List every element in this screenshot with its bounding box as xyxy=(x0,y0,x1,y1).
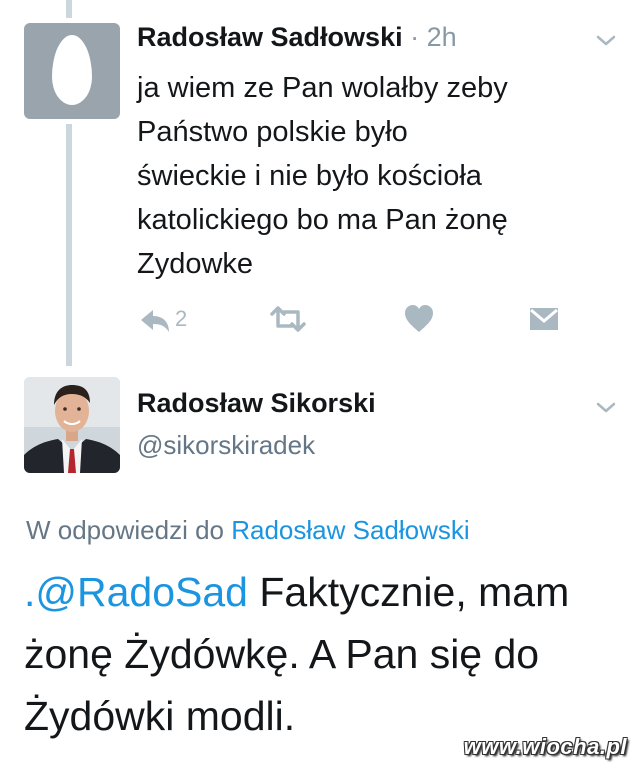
reply-to-link[interactable]: Radosław Sadłowski xyxy=(231,515,469,545)
egg-icon xyxy=(52,35,92,105)
tweet-text-line: .@RadoSad Faktycznie, mam xyxy=(24,561,624,623)
reply-count: 2 xyxy=(175,306,188,331)
tweet-text-line: katolickiego bo ma Pan żonę xyxy=(137,204,508,236)
author-handle[interactable]: @sikorskiradek xyxy=(137,430,315,461)
reply-to-prefix: W odpowiedzi do xyxy=(26,515,224,545)
profile-photo xyxy=(24,377,120,473)
reply-context: W odpowiedzi do Radosław Sadłowski xyxy=(26,515,470,546)
message-icon[interactable] xyxy=(527,300,561,340)
tweet-time[interactable]: · 2h xyxy=(410,22,457,52)
default-egg-avatar[interactable] xyxy=(24,23,120,119)
watermark: www.wiocha.pl xyxy=(463,734,627,759)
author-name[interactable]: Radosław Sadłowski xyxy=(137,22,403,52)
reply-icon[interactable] xyxy=(137,300,173,340)
tweet-1-author[interactable]: Radosław Sadłowski · 2h xyxy=(137,22,457,53)
retweet-icon[interactable] xyxy=(268,300,308,340)
tweet-text-line: żonę Żydówkę. A Pan się do xyxy=(24,631,540,677)
tweet-text-fragment: Faktycznie, mam xyxy=(247,569,570,615)
tweet-2-text: .@RadoSad Faktycznie, mam żonę Żydówkę. … xyxy=(24,561,624,747)
thread-line-top xyxy=(66,0,72,18)
tweet-1-text: ja wiem ze Pan wolałby zeby Państwo pols… xyxy=(137,66,607,286)
tweet-text-line: Państwo polskie było xyxy=(137,116,408,148)
mention-link[interactable]: .@RadoSad xyxy=(24,569,248,615)
author-name[interactable]: Radosław Sikorski xyxy=(137,388,376,418)
chevron-down-icon[interactable] xyxy=(592,398,620,418)
avatar[interactable] xyxy=(24,377,120,473)
chevron-down-icon[interactable] xyxy=(592,31,620,51)
like-icon[interactable] xyxy=(402,300,436,340)
tweet-text-line: świeckie i nie było kościoła xyxy=(137,160,482,192)
tweet-text-line: ja wiem ze Pan wolałby zeby xyxy=(137,72,508,104)
tweet-actions: 2 xyxy=(0,300,639,340)
tweet-text-line: Zydowke xyxy=(137,248,254,280)
tweet-2-author[interactable]: Radosław Sikorski xyxy=(137,388,376,419)
